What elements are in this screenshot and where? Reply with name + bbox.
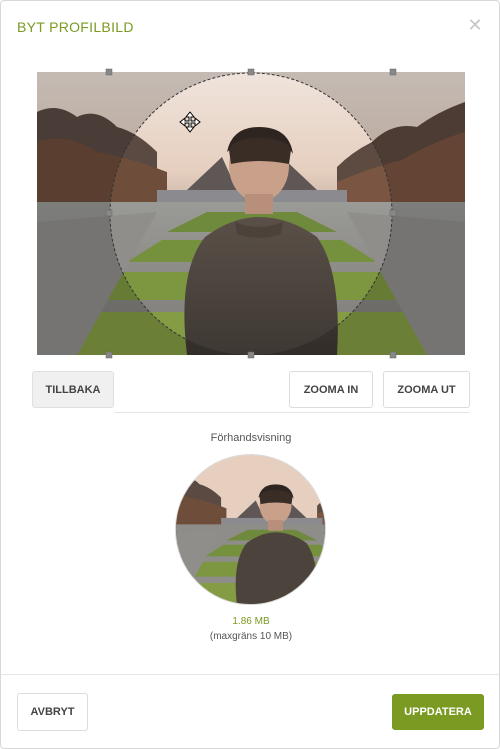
- back-button[interactable]: TILLBAKA: [32, 371, 114, 408]
- cancel-button[interactable]: AVBRYT: [17, 693, 88, 731]
- max-size-note: (maxgräns 10 MB): [209, 631, 293, 642]
- change-profile-picture-dialog: BYT PROFILBILD ✕ TILLBAKA ZOOMA IN ZOOMA…: [0, 0, 500, 749]
- preview-label: Förhandsvisning: [210, 432, 292, 444]
- zoom-in-button[interactable]: ZOOMA IN: [289, 371, 373, 408]
- footer-divider: [1, 674, 499, 675]
- crop-handles[interactable]: [1, 1, 500, 401]
- file-size: 1.86 MB: [232, 616, 270, 627]
- preview-avatar: [175, 454, 326, 605]
- zoom-out-button[interactable]: ZOOMA UT: [383, 371, 470, 408]
- divider: [114, 412, 470, 413]
- update-button[interactable]: UPPDATERA: [392, 694, 484, 730]
